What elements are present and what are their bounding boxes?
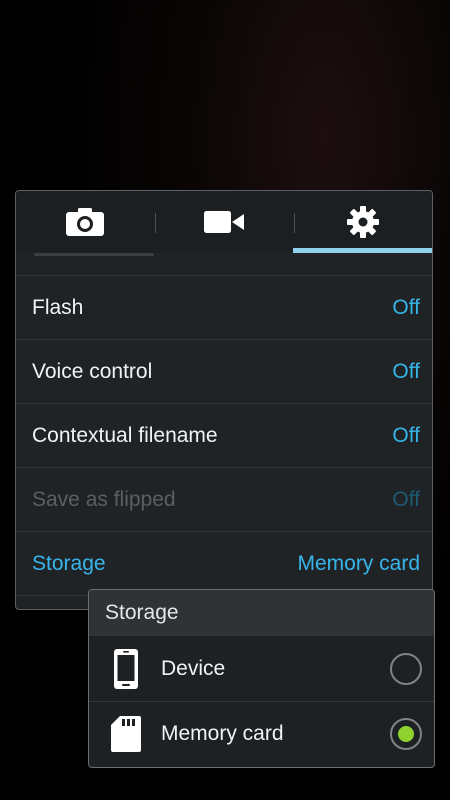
setting-label: Contextual filename [32,423,218,447]
settings-panel: Flash Off Voice control Off Contextual f… [15,190,433,610]
sd-card-icon [109,716,143,752]
settings-tab-bar [16,191,432,253]
video-camera-icon [204,211,244,233]
setting-label: Save as flipped [32,487,176,511]
setting-storage[interactable]: Storage Memory card [16,532,432,596]
camera-icon [66,208,105,236]
setting-save-as-flipped: Save as flipped Off [16,468,432,532]
radio-selected[interactable] [390,718,422,750]
camera-screen: Flash Off Voice control Off Contextual f… [0,0,450,800]
tab-video-settings[interactable] [155,191,294,253]
gear-icon [346,206,379,238]
scrolled-setting-row [16,253,432,276]
storage-dialog: Storage Device Memory card [88,589,435,768]
setting-value: Off [392,359,420,383]
setting-label: Storage [32,551,106,575]
setting-value: Off [392,487,420,511]
option-label: Memory card [161,722,284,745]
setting-value: Off [392,423,420,447]
radio-unselected[interactable] [390,652,422,685]
setting-label: Voice control [32,359,153,383]
setting-value: Memory card [297,551,420,575]
storage-option-memory-card[interactable]: Memory card [89,701,434,766]
tab-general-settings[interactable] [293,191,432,253]
setting-value: Off [392,295,420,319]
radio-selected-dot [398,726,414,742]
setting-flash[interactable]: Flash Off [16,276,432,340]
storage-option-device[interactable]: Device [89,636,434,701]
dialog-title: Storage [89,590,434,636]
setting-voice-control[interactable]: Voice control Off [16,340,432,404]
setting-label: Flash [32,295,84,319]
setting-contextual-filename[interactable]: Contextual filename Off [16,404,432,468]
phone-device-icon [109,648,143,689]
option-label: Device [161,656,226,680]
tab-camera-settings[interactable] [16,191,155,253]
